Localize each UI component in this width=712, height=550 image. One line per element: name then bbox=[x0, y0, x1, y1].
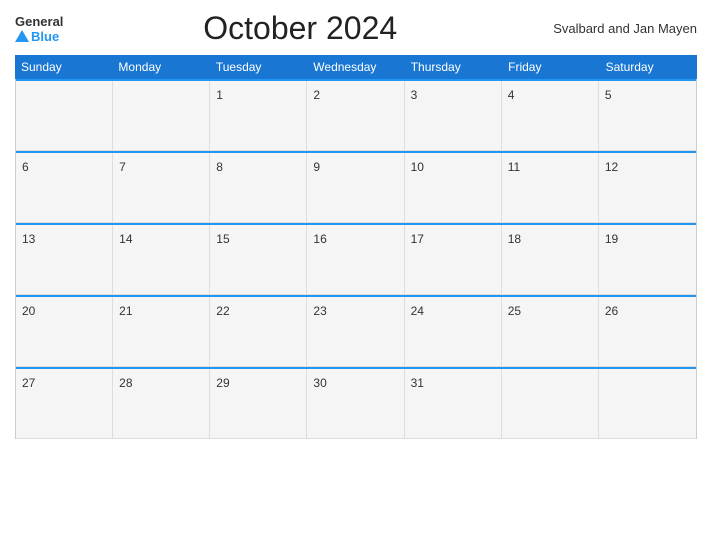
day-cell: 4 bbox=[502, 81, 599, 150]
day-number: 19 bbox=[605, 232, 618, 246]
day-cell bbox=[16, 81, 113, 150]
day-number: 30 bbox=[313, 376, 326, 390]
day-header-tuesday: Tuesday bbox=[210, 55, 307, 79]
day-header-saturday: Saturday bbox=[600, 55, 697, 79]
day-cell: 28 bbox=[113, 369, 210, 438]
day-cell: 21 bbox=[113, 297, 210, 366]
calendar-grid: 1234567891011121314151617181920212223242… bbox=[15, 79, 697, 439]
day-number: 27 bbox=[22, 376, 35, 390]
day-header-monday: Monday bbox=[112, 55, 209, 79]
day-cell bbox=[113, 81, 210, 150]
day-cell: 30 bbox=[307, 369, 404, 438]
day-number: 5 bbox=[605, 88, 612, 102]
day-number: 23 bbox=[313, 304, 326, 318]
logo-blue-text: Blue bbox=[31, 29, 59, 44]
logo-blue-area: Blue bbox=[15, 29, 59, 44]
week-row-3: 13 14 15 16 17 18 19 bbox=[16, 223, 696, 295]
day-number: 2 bbox=[313, 88, 320, 102]
day-cell: 22 bbox=[210, 297, 307, 366]
day-number: 6 bbox=[22, 160, 29, 174]
day-number: 9 bbox=[313, 160, 320, 174]
day-cell: 12 bbox=[599, 153, 696, 222]
day-number: 10 bbox=[411, 160, 424, 174]
logo-area: General Blue bbox=[15, 14, 63, 44]
day-cell: 25 bbox=[502, 297, 599, 366]
day-cell: 8 bbox=[210, 153, 307, 222]
day-number: 1 bbox=[216, 88, 223, 102]
day-number: 13 bbox=[22, 232, 35, 246]
day-number: 22 bbox=[216, 304, 229, 318]
day-number: 7 bbox=[119, 160, 126, 174]
day-cell: 2 bbox=[307, 81, 404, 150]
week-row-2: 6 7 8 9 10 11 12 bbox=[16, 151, 696, 223]
day-cell: 29 bbox=[210, 369, 307, 438]
logo-triangle-icon bbox=[15, 30, 29, 42]
day-number: 29 bbox=[216, 376, 229, 390]
day-number: 28 bbox=[119, 376, 132, 390]
day-number: 14 bbox=[119, 232, 132, 246]
logo-general-text: General bbox=[15, 14, 63, 29]
day-cell bbox=[502, 369, 599, 438]
calendar-container: General Blue October 2024 Svalbard and J… bbox=[0, 0, 712, 550]
day-number: 3 bbox=[411, 88, 418, 102]
day-number: 25 bbox=[508, 304, 521, 318]
day-cell: 26 bbox=[599, 297, 696, 366]
day-header-wednesday: Wednesday bbox=[307, 55, 404, 79]
region-label: Svalbard and Jan Mayen bbox=[537, 21, 697, 36]
week-row-1: 1 2 3 4 5 bbox=[16, 79, 696, 151]
day-header-sunday: Sunday bbox=[15, 55, 112, 79]
day-header-thursday: Thursday bbox=[405, 55, 502, 79]
week-row-4: 20 21 22 23 24 25 26 bbox=[16, 295, 696, 367]
day-cell: 9 bbox=[307, 153, 404, 222]
day-cell: 27 bbox=[16, 369, 113, 438]
week-row-5: 27 28 29 30 31 bbox=[16, 367, 696, 439]
day-cell: 23 bbox=[307, 297, 404, 366]
day-cell: 3 bbox=[405, 81, 502, 150]
day-cell: 5 bbox=[599, 81, 696, 150]
day-number: 4 bbox=[508, 88, 515, 102]
day-header-friday: Friday bbox=[502, 55, 599, 79]
day-cell: 14 bbox=[113, 225, 210, 294]
day-cell bbox=[599, 369, 696, 438]
day-cell: 24 bbox=[405, 297, 502, 366]
day-cell: 16 bbox=[307, 225, 404, 294]
day-cell: 11 bbox=[502, 153, 599, 222]
day-number: 17 bbox=[411, 232, 424, 246]
day-cell: 20 bbox=[16, 297, 113, 366]
day-number: 31 bbox=[411, 376, 424, 390]
day-number: 26 bbox=[605, 304, 618, 318]
day-cell: 17 bbox=[405, 225, 502, 294]
day-cell: 1 bbox=[210, 81, 307, 150]
day-number: 15 bbox=[216, 232, 229, 246]
day-cell: 18 bbox=[502, 225, 599, 294]
day-cell: 15 bbox=[210, 225, 307, 294]
day-number: 16 bbox=[313, 232, 326, 246]
calendar-title: October 2024 bbox=[63, 10, 537, 47]
day-cell: 10 bbox=[405, 153, 502, 222]
day-cell: 6 bbox=[16, 153, 113, 222]
day-cell: 31 bbox=[405, 369, 502, 438]
day-number: 21 bbox=[119, 304, 132, 318]
calendar-header: General Blue October 2024 Svalbard and J… bbox=[15, 10, 697, 47]
day-headers-row: SundayMondayTuesdayWednesdayThursdayFrid… bbox=[15, 55, 697, 79]
day-number: 18 bbox=[508, 232, 521, 246]
day-number: 12 bbox=[605, 160, 618, 174]
day-number: 20 bbox=[22, 304, 35, 318]
day-number: 8 bbox=[216, 160, 223, 174]
day-number: 24 bbox=[411, 304, 424, 318]
day-cell: 19 bbox=[599, 225, 696, 294]
day-cell: 13 bbox=[16, 225, 113, 294]
day-number: 11 bbox=[508, 160, 520, 174]
day-cell: 7 bbox=[113, 153, 210, 222]
